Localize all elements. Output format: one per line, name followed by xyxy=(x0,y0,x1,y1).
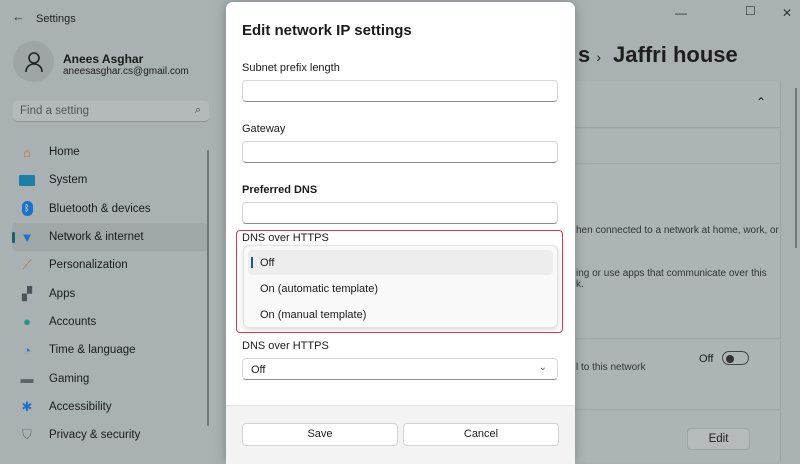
back-button[interactable]: ← xyxy=(12,9,25,24)
sidebar-item-privacy[interactable]: ⛉ Privacy & security xyxy=(12,421,208,449)
sidebar-nav: ⌂ Home System ᛒ Bluetooth & devices ▼ Netwo… xyxy=(12,138,208,449)
dialog-title: Edit network IP settings xyxy=(242,22,412,39)
minimize-button[interactable]: — xyxy=(675,6,687,20)
subnet-input[interactable] xyxy=(242,80,558,102)
user-email: aneesasghar.cs@gmail.com xyxy=(63,66,189,77)
sidebar-item-label: Accounts xyxy=(49,315,97,328)
doh-selected-value: Off xyxy=(251,364,266,376)
dialog-footer: Save Cancel xyxy=(226,405,575,464)
sidebar-item-apps[interactable]: ▞ Apps xyxy=(12,279,208,307)
settings-card-row xyxy=(575,129,781,164)
close-button[interactable]: ✕ xyxy=(782,6,792,20)
search-placeholder: Find a setting xyxy=(20,105,90,117)
brush-icon: ⟋ xyxy=(22,257,32,273)
sidebar-scrollbar[interactable] xyxy=(207,150,209,426)
breadcrumb: s › Jaffri house xyxy=(578,42,738,68)
sidebar-item-bluetooth[interactable]: ᛒ Bluetooth & devices xyxy=(12,195,208,223)
sidebar-item-label: Network & internet xyxy=(49,231,144,244)
search-input[interactable]: Find a setting ⌕ xyxy=(13,101,209,122)
edit-button[interactable]: Edit xyxy=(687,428,750,450)
sidebar-item-accessibility[interactable]: ✱ Accessibility xyxy=(12,393,208,421)
sidebar-item-network[interactable]: ▼ Network & internet xyxy=(12,222,208,252)
doh-label: DNS over HTTPS xyxy=(242,340,329,352)
gateway-input[interactable] xyxy=(242,141,558,163)
sidebar-item-label: Gaming xyxy=(49,372,90,385)
avatar[interactable] xyxy=(13,41,54,82)
sidebar-item-label: Personalization xyxy=(49,259,128,272)
gamepad-icon: ▬ xyxy=(20,371,34,387)
chevron-up-icon: ⌃ xyxy=(755,95,766,109)
shield-icon: ⛉ xyxy=(22,427,32,443)
wifi-icon: ▼ xyxy=(20,229,34,245)
search-icon: ⌕ xyxy=(194,104,201,116)
network-profile-text: ing or use apps that communicate over th… xyxy=(576,268,767,279)
sidebar-item-gaming[interactable]: ▬ Gaming xyxy=(12,364,208,392)
highlight-box xyxy=(236,230,563,333)
apps-icon: ▞ xyxy=(22,285,32,301)
sidebar-item-label: System xyxy=(49,174,88,187)
sidebar-item-home[interactable]: ⌂ Home xyxy=(12,138,208,166)
accounts-icon: ● xyxy=(23,314,31,330)
sidebar-item-label: Home xyxy=(49,146,80,159)
chevron-down-icon: ⌄ xyxy=(538,362,547,373)
accessibility-icon: ✱ xyxy=(21,398,33,414)
preferred-dns-input[interactable] xyxy=(242,202,558,224)
settings-card-row xyxy=(575,411,781,462)
save-button[interactable]: Save xyxy=(242,423,398,446)
system-icon xyxy=(18,172,36,188)
sidebar-item-label: Time & language xyxy=(49,344,136,357)
sidebar-item-personalization[interactable]: ⟋ Personalization xyxy=(12,251,208,279)
doh-select[interactable]: Off ⌄ xyxy=(242,358,558,380)
gateway-label: Gateway xyxy=(242,123,286,135)
home-icon: ⌂ xyxy=(23,144,31,160)
globe-clock-icon: ◔ xyxy=(23,342,31,358)
sidebar-item-time-language[interactable]: ◔ Time & language xyxy=(12,336,208,364)
toggle-label: Off xyxy=(699,353,714,365)
maximize-button[interactable]: ☐ xyxy=(745,4,756,18)
preferred-dns-label: Preferred DNS xyxy=(242,184,318,196)
settings-card-header[interactable]: ⌃ xyxy=(575,81,781,128)
metered-text: l to this network xyxy=(576,362,646,373)
breadcrumb-parent[interactable]: s xyxy=(578,42,590,67)
sidebar-item-accounts[interactable]: ● Accounts xyxy=(12,308,208,336)
metered-toggle[interactable] xyxy=(722,351,749,365)
content-scrollbar[interactable] xyxy=(795,88,797,248)
user-icon xyxy=(24,51,43,72)
sidebar-item-label: Apps xyxy=(49,287,76,300)
app-title: Settings xyxy=(36,13,76,25)
settings-card-row xyxy=(575,340,781,410)
settings-card-row xyxy=(575,165,781,339)
sidebar-item-label: Privacy & security xyxy=(49,429,141,442)
cancel-button[interactable]: Cancel xyxy=(403,423,559,446)
network-profile-text: hen connected to a network at home, work… xyxy=(576,225,779,236)
sidebar-item-label: Bluetooth & devices xyxy=(49,202,151,215)
subnet-label: Subnet prefix length xyxy=(242,62,340,74)
sidebar-item-label: Accessibility xyxy=(49,400,112,413)
network-profile-text: k. xyxy=(576,279,584,290)
user-name: Anees Asghar xyxy=(63,52,144,66)
chevron-right-icon: › xyxy=(596,49,602,65)
page-title: Jaffri house xyxy=(613,42,738,67)
bluetooth-icon: ᛒ xyxy=(18,201,36,217)
sidebar-item-system[interactable]: System xyxy=(12,166,208,194)
